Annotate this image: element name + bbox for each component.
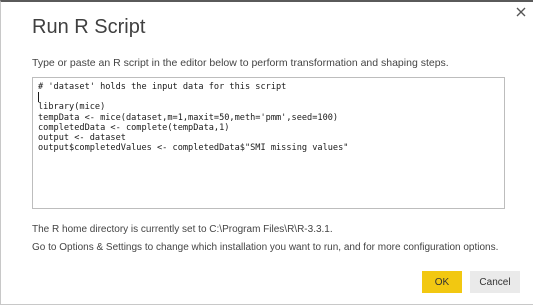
code-line: # 'dataset' holds the input data for thi… (38, 82, 287, 92)
dialog-title: Run R Script (32, 16, 146, 38)
close-icon[interactable] (515, 6, 527, 18)
code-line: completedData <- complete(tempData,1) (38, 122, 230, 133)
run-r-script-dialog: Run R Script Type or paste an R script i… (0, 0, 533, 305)
code-line: tempData <- mice(dataset,m=1,maxit=50,me… (38, 112, 339, 123)
code-line: output$completedValues <- completedData$… (38, 143, 349, 154)
ok-button[interactable]: OK (422, 271, 462, 293)
cancel-button[interactable]: Cancel (470, 271, 520, 293)
r-home-directory-text: The R home directory is currently set to… (32, 224, 333, 235)
text-cursor (38, 92, 39, 103)
r-script-editor[interactable]: # 'dataset' holds the input data for thi… (32, 77, 505, 209)
options-hint-text: Go to Options & Settings to change which… (32, 242, 499, 253)
instructions-text: Type or paste an R script in the editor … (32, 57, 449, 69)
code-line-cursor (38, 92, 499, 103)
code-line: library(mice) (38, 102, 106, 113)
code-line: output <- dataset (38, 132, 126, 143)
